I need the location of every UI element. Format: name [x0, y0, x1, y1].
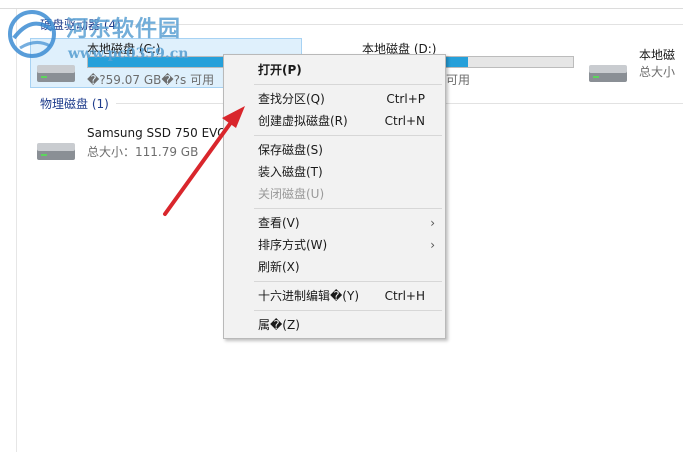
menu-item-label: 装入磁盘(T): [258, 165, 323, 179]
menu-item-label: 打开(P): [258, 63, 302, 77]
context-menu: 打开(P) 查找分区(Q) Ctrl+P 创建虚拟磁盘(R) Ctrl+N 保存…: [223, 54, 446, 339]
menu-item-shortcut: Ctrl+N: [384, 114, 425, 128]
drive-c-name: 本地磁盘 (C:): [87, 42, 161, 56]
menu-item-refresh[interactable]: 刷新(X): [224, 256, 445, 278]
menu-item-label: 刷新(X): [258, 260, 300, 274]
menu-item-hex-editor[interactable]: 十六进制编辑�(Y) Ctrl+H: [224, 285, 445, 307]
menu-item-save-disk[interactable]: 保存磁盘(S): [224, 139, 445, 161]
hard-drive-icon: [37, 143, 75, 160]
left-border: [16, 9, 17, 452]
drive-3-info: 总大小: [639, 65, 676, 79]
group-divider: [446, 103, 683, 104]
group-header-physical[interactable]: 物理磁盘 (1): [40, 95, 109, 112]
drive-c-usage-fill: [88, 57, 244, 67]
menu-item-open[interactable]: 打开(P): [224, 59, 445, 81]
hard-drive-icon: [589, 65, 627, 82]
menu-separator: [254, 208, 442, 209]
menu-item-label: 排序方式(W): [258, 238, 328, 252]
menu-item-label: 查看(V): [258, 216, 300, 230]
menu-item-create-virtual-disk[interactable]: 创建虚拟磁盘(R) Ctrl+N: [224, 110, 445, 132]
menu-item-find-partition[interactable]: 查找分区(Q) Ctrl+P: [224, 88, 445, 110]
drive-c-info: �?59.07 GB�?s 可用: [87, 73, 215, 87]
menu-separator: [254, 84, 442, 85]
submenu-arrow-icon: ›: [430, 216, 435, 230]
hard-drive-icon: [37, 65, 75, 82]
menu-separator: [254, 135, 442, 136]
menu-item-close-disk: 关闭磁盘(U): [224, 183, 445, 205]
menu-separator: [254, 310, 442, 311]
menu-item-shortcut: Ctrl+P: [386, 92, 425, 106]
drive-3-name[interactable]: 本地磁: [639, 46, 675, 63]
menu-item-properties[interactable]: 属�(Z): [224, 314, 445, 336]
menu-item-sort-by[interactable]: 排序方式(W) ›: [224, 234, 445, 256]
menu-item-label: 十六进制编辑�(Y): [258, 289, 359, 303]
group-divider: [116, 103, 223, 104]
group-divider: [130, 24, 683, 25]
menu-item-view[interactable]: 查看(V) ›: [224, 212, 445, 234]
menu-item-label: 关闭磁盘(U): [258, 187, 325, 201]
physical-disk-info: 总大小：111.79 GB: [87, 145, 199, 159]
menu-separator: [254, 281, 442, 282]
group-header-drives[interactable]: 硬盘驱动器 (4): [40, 16, 121, 33]
menu-item-load-disk[interactable]: 装入磁盘(T): [224, 161, 445, 183]
menu-item-label: 创建虚拟磁盘(R): [258, 114, 348, 128]
menu-item-shortcut: Ctrl+H: [384, 289, 425, 303]
submenu-arrow-icon: ›: [430, 238, 435, 252]
drive-d-info: 可用: [446, 73, 471, 87]
menu-item-label: 保存磁盘(S): [258, 143, 323, 157]
top-border: [0, 8, 683, 9]
menu-item-label: 属�(Z): [258, 318, 300, 332]
menu-item-label: 查找分区(Q): [258, 92, 325, 106]
